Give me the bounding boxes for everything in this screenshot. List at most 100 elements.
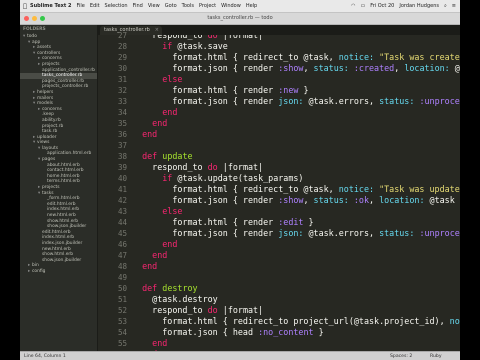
line-number: 52 xyxy=(117,306,127,315)
sidebar-item-label: about.html.erb xyxy=(47,162,80,168)
menu-item-help[interactable]: Help xyxy=(246,3,257,9)
sidebar-item-label: application.html.erb xyxy=(47,151,92,157)
sidebar-item-label: concerns xyxy=(42,56,62,62)
sidebar-item-label: index.html.erb xyxy=(47,207,80,213)
menu-item-tools[interactable]: Tools xyxy=(182,3,194,9)
sidebar-item-label: views xyxy=(37,140,50,146)
line-number: 39 xyxy=(117,163,127,172)
code-line: end xyxy=(132,250,460,261)
line-number: 46 xyxy=(117,240,127,249)
code-token: status: xyxy=(313,195,349,205)
code-token: notice: xyxy=(338,52,375,62)
code-token: format.html { render xyxy=(132,85,279,95)
code-token: @task } xyxy=(454,63,460,73)
menu-item-goto[interactable]: Goto xyxy=(165,3,177,9)
desktop-screen:  Sublime Text 2 File Edit Selection Fin… xyxy=(20,0,460,360)
code-token: respond_to xyxy=(132,162,208,172)
wifi-icon[interactable]: ◠ xyxy=(351,3,355,9)
sidebar-item-label: projects xyxy=(42,185,60,191)
code-token: location: xyxy=(379,195,425,205)
sidebar-folder[interactable]: ▸ config xyxy=(20,269,97,275)
code-token: :show xyxy=(278,63,304,73)
line-number: 48 xyxy=(117,262,127,271)
sidebar-item-label: show.html.erb xyxy=(42,252,74,258)
menu-user[interactable]: Jordan Hudgens xyxy=(399,3,439,9)
battery-icon[interactable]: ▭ xyxy=(360,3,365,9)
code-token: end xyxy=(152,338,168,348)
list-icon[interactable]: ≡ xyxy=(452,3,456,9)
line-number: 43 xyxy=(117,207,127,216)
code-line: end xyxy=(132,107,460,118)
code-token: @task.destroy xyxy=(132,294,218,304)
code-line: @task.destroy xyxy=(132,294,460,305)
menu-item-selection[interactable]: Selection xyxy=(105,3,128,9)
line-number: 47 xyxy=(117,251,127,260)
indentation-setting[interactable]: Spaces: 2 xyxy=(390,352,412,360)
code-token: if xyxy=(162,173,173,183)
menu-item-find[interactable]: Find xyxy=(133,3,143,9)
sidebar-item-label: show.json.jbuilder xyxy=(42,257,82,263)
code-token: do xyxy=(207,305,218,315)
code-token: def xyxy=(142,151,158,161)
menu-item-project[interactable]: Project xyxy=(199,3,216,9)
sidebar-item-label: bin xyxy=(32,263,39,269)
code-line: respond_to do |format| xyxy=(132,162,460,173)
code-line: end xyxy=(132,129,460,140)
menu-clock[interactable]: Fri Oct 20 xyxy=(370,3,394,9)
code-token: do xyxy=(207,162,218,172)
menu-status-area: ◠ ▭ Fri Oct 20 Jordan Hudgens ⌕ ≡ xyxy=(346,3,460,9)
sidebar-item-label: app xyxy=(32,39,41,45)
code-token: :unprocessable_entity xyxy=(419,228,460,238)
code-line: format.json { render :show, status: :ok,… xyxy=(132,195,460,206)
code-token: format.json { render xyxy=(132,96,279,106)
sidebar-item-label: index.json.jbuilder xyxy=(42,240,83,246)
code-token: :no_content xyxy=(258,327,314,337)
menu-item-edit[interactable]: Edit xyxy=(90,3,100,9)
code-token: , xyxy=(369,195,380,205)
menu-item-window[interactable]: Window xyxy=(221,3,241,9)
code-line: format.json { render json: @task.errors,… xyxy=(132,96,460,107)
line-number: 31 xyxy=(117,75,127,84)
code-line: format.html { render :edit } xyxy=(132,217,460,228)
menu-item-file[interactable]: File xyxy=(76,3,84,9)
sidebar-item-label: tasks xyxy=(42,190,54,196)
code-token: } xyxy=(298,85,309,95)
apple-icon[interactable]:  xyxy=(20,3,30,10)
code-editor[interactable]: respond_to do |format| if @task.save for… xyxy=(132,35,460,351)
code-token: @task } xyxy=(429,195,460,205)
line-number-gutter: 27 28 29 30 31 32 33 34 35 36 37 38 39 40 41 42 43 44 45 46… xyxy=(98,31,132,359)
sidebar-item-label: index.html.erb xyxy=(42,235,75,241)
search-icon[interactable]: ⌕ xyxy=(444,3,447,9)
sidebar-item-label: .keep xyxy=(42,112,54,118)
tab-bar: tasks_controller.rb × xyxy=(98,25,460,35)
sidebar-item-label: tasks_controller.rb xyxy=(42,73,83,79)
sidebar-item-label: ability.rb xyxy=(42,117,61,123)
code-token: :new xyxy=(278,85,299,95)
code-token: :created xyxy=(353,63,395,73)
menu-item-view[interactable]: View xyxy=(148,3,160,9)
code-token: notice: xyxy=(338,184,375,194)
code-token: end xyxy=(142,261,158,271)
sidebar-item-label: pages_controller.rb xyxy=(42,78,84,84)
sidebar-header: FOLDERS xyxy=(23,27,46,32)
close-tab-icon[interactable]: × xyxy=(155,26,159,35)
line-number: 53 xyxy=(117,317,127,326)
code-line: def update xyxy=(132,151,460,162)
code-token: |format| xyxy=(217,305,264,315)
syntax-setting[interactable]: Ruby xyxy=(430,352,442,360)
cursor-position: Line 64, Column 1 xyxy=(24,354,66,359)
sidebar-item-label: show.json.jbuilder xyxy=(47,224,87,230)
code-token: @task.errors, xyxy=(303,228,380,238)
sidebar-item-label: mailers xyxy=(37,95,54,101)
code-token: status: xyxy=(313,63,349,73)
menu-app-name[interactable]: Sublime Text 2 xyxy=(30,3,71,9)
sidebar-item-label: _form.html.erb xyxy=(47,196,80,202)
sidebar-item-label: application_controller.rb xyxy=(42,67,95,73)
code-token: location: xyxy=(404,63,450,73)
